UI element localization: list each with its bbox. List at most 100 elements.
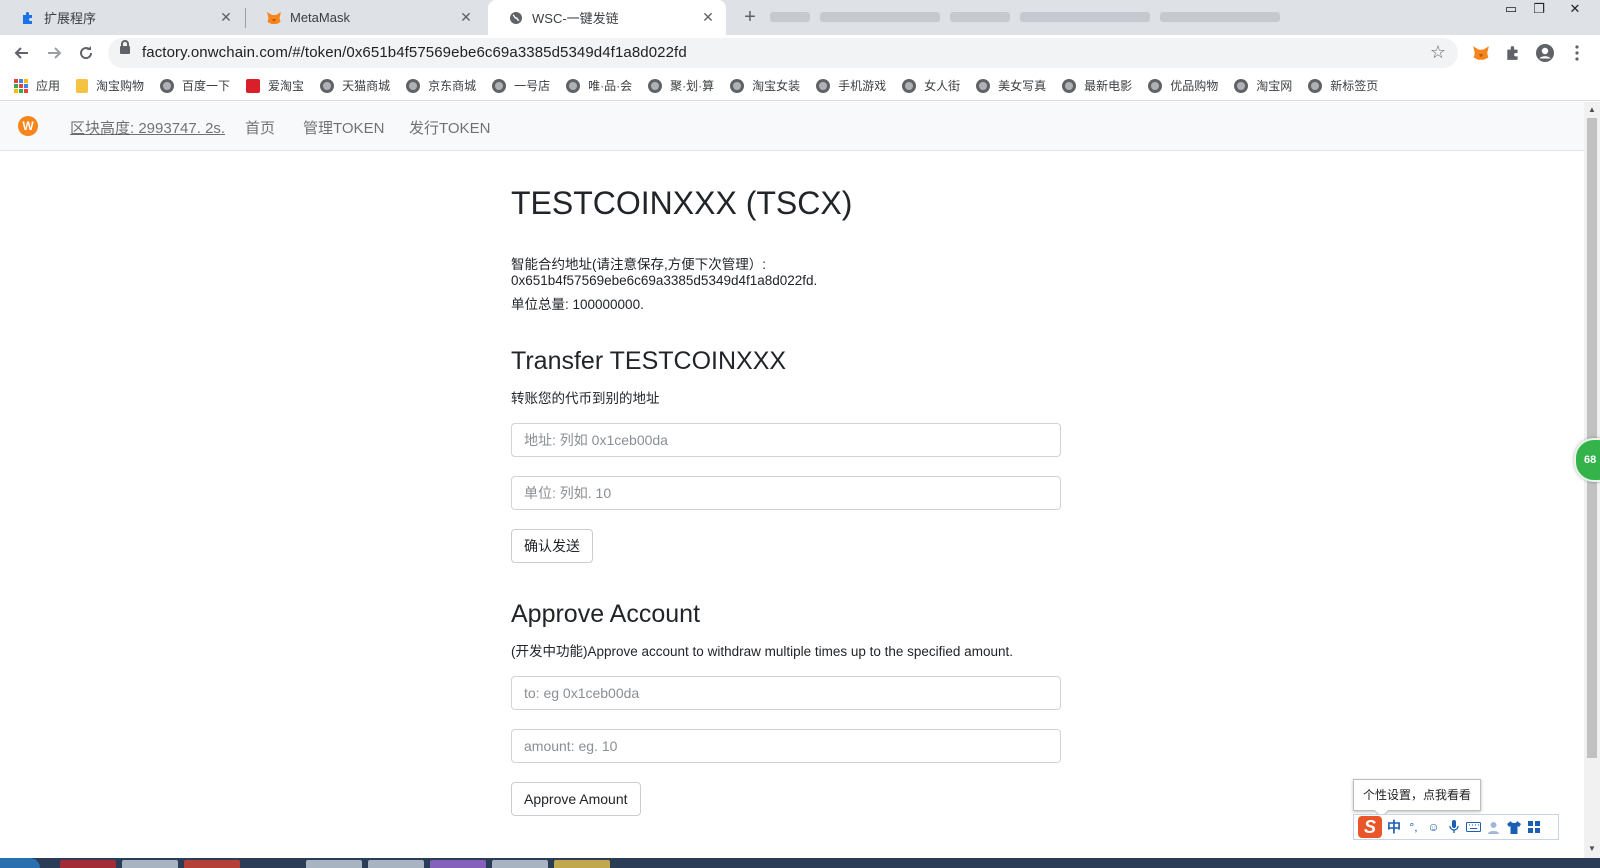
confirm-send-button[interactable]: 确认发送	[511, 529, 593, 563]
taskbar-app[interactable]	[554, 860, 610, 868]
bookmark-item[interactable]: 天猫商城	[320, 77, 390, 94]
nav-issue-token[interactable]: 发行TOKEN	[409, 117, 490, 138]
ime-settings-tooltip[interactable]: 个性设置，点我看看	[1353, 779, 1482, 811]
forward-icon[interactable]	[40, 39, 68, 67]
close-icon[interactable]: ✕	[458, 9, 474, 25]
bookmark-item[interactable]: 最新电影	[1062, 77, 1132, 94]
page-viewport: W 区块高度: 2993747. 2s. 首页 管理TOKEN 发行TOKEN …	[0, 102, 1584, 858]
tab-extensions[interactable]: 扩展程序 ✕	[0, 0, 244, 35]
bookmark-label: 唯·品·会	[588, 79, 633, 93]
skin-shirt-icon[interactable]	[1506, 820, 1521, 835]
nav-home[interactable]: 首页	[245, 117, 275, 138]
bookmark-label: 最新电影	[1084, 79, 1133, 93]
tab-label: 扩展程序	[44, 11, 97, 26]
tab-label: MetaMask	[290, 10, 350, 25]
globe-icon	[492, 78, 507, 93]
globe-icon	[508, 10, 524, 26]
taskbar-app[interactable]	[60, 860, 116, 868]
minimize-icon[interactable]: ▭	[1496, 0, 1526, 20]
bookmark-label: 应用	[36, 79, 61, 93]
puzzle-icon	[20, 10, 36, 26]
menu-dots-icon[interactable]	[1564, 40, 1590, 66]
address-bar[interactable]: factory.onwchain.com/#/token/0x651b4f575…	[108, 38, 1458, 68]
bookmark-label: 天猫商城	[342, 79, 391, 93]
bookmark-item[interactable]: 一号店	[492, 77, 550, 94]
bookmark-apps[interactable]: 应用	[14, 77, 60, 94]
punctuation-icon[interactable]: °,	[1406, 820, 1421, 835]
profile-icon[interactable]	[1532, 40, 1558, 66]
bookmark-item[interactable]: 百度一下	[160, 77, 230, 94]
ime-chinese-mode[interactable]: 中	[1387, 817, 1401, 837]
back-icon[interactable]	[8, 39, 36, 67]
bookmark-item[interactable]: 京东商城	[406, 77, 476, 94]
nav-manage-token[interactable]: 管理TOKEN	[303, 117, 384, 138]
taskbar-app[interactable]	[368, 860, 424, 868]
bookmark-item[interactable]: 美女写真	[976, 77, 1046, 94]
approve-subtitle: (开发中功能)Approve account to withdraw multi…	[511, 644, 1013, 659]
user-center-icon[interactable]	[1486, 820, 1501, 835]
taskbar-app[interactable]	[306, 860, 362, 868]
taskbar-app[interactable]	[122, 860, 178, 868]
bookmark-item[interactable]: 爱淘宝	[246, 77, 304, 94]
metamask-extension-icon[interactable]	[1468, 40, 1494, 66]
bookmark-item[interactable]: 女人街	[902, 77, 960, 94]
bookmark-item[interactable]: 新标签页	[1308, 77, 1378, 94]
bookmark-label: 百度一下	[182, 79, 231, 93]
close-window-icon[interactable]: ✕	[1560, 0, 1590, 20]
globe-icon	[160, 78, 175, 93]
scroll-down-icon[interactable]: ▼	[1587, 844, 1597, 854]
url-text: factory.onwchain.com/#/token/0x651b4f575…	[142, 44, 687, 61]
emoji-icon[interactable]: ☺	[1426, 820, 1441, 835]
bookmark-label: 一号店	[514, 79, 551, 93]
keyboard-icon[interactable]	[1466, 820, 1481, 835]
tab-label: WSC-一键发链	[532, 11, 619, 26]
new-tab-button[interactable]: +	[738, 6, 762, 30]
close-icon[interactable]: ✕	[700, 9, 716, 25]
bookmark-item[interactable]: 淘宝女装	[730, 77, 800, 94]
transfer-address-input[interactable]	[511, 423, 1061, 457]
page-title: TESTCOINXXX (TSCX)	[511, 185, 853, 221]
transfer-amount-input[interactable]	[511, 476, 1061, 510]
close-icon[interactable]: ✕	[218, 9, 234, 25]
taskbar-app[interactable]	[184, 860, 240, 868]
bookmark-item[interactable]: 淘宝网	[1234, 77, 1292, 94]
globe-icon	[1062, 78, 1077, 93]
sogou-ime-logo-icon[interactable]: S	[1358, 816, 1382, 838]
folder-icon	[76, 78, 89, 93]
reload-icon[interactable]	[72, 39, 100, 67]
globe-icon	[976, 78, 991, 93]
taskbar-app[interactable]	[430, 860, 486, 868]
ime-toolbar: S 中 °, ☺	[1353, 814, 1559, 840]
toolbox-grid-icon[interactable]	[1526, 820, 1541, 835]
taskbar-app[interactable]	[492, 860, 548, 868]
bookmark-folder-taobao[interactable]: 淘宝购物	[76, 77, 144, 94]
approve-amount-input[interactable]	[511, 729, 1061, 763]
extensions-icon[interactable]	[1500, 40, 1526, 66]
block-height-link[interactable]: 区块高度: 2993747. 2s.	[70, 117, 225, 138]
approve-to-input[interactable]	[511, 676, 1061, 710]
background-window-tabs	[770, 8, 1430, 26]
bookmark-star-icon[interactable]: ☆	[1430, 42, 1446, 63]
bookmark-item[interactable]: 聚·划·算	[648, 77, 714, 94]
bookmark-item[interactable]: 唯·品·会	[566, 77, 632, 94]
scroll-up-icon[interactable]: ▲	[1587, 105, 1597, 115]
total-supply: 单位总量: 100000000.	[511, 297, 644, 312]
restore-icon[interactable]: ❐	[1524, 0, 1554, 20]
bookmark-label: 新标签页	[1330, 79, 1379, 93]
bookmark-item[interactable]: 手机游戏	[816, 77, 886, 94]
globe-icon	[1308, 78, 1323, 93]
tab-wsc[interactable]: WSC-一键发链 ✕	[488, 0, 726, 35]
fox-icon	[266, 10, 282, 26]
approve-amount-button[interactable]: Approve Amount	[511, 782, 641, 816]
contract-address: 0x651b4f57569ebe6c69a3385d5349d4f1a8d022…	[511, 273, 818, 288]
globe-icon	[816, 78, 831, 93]
microphone-icon[interactable]	[1446, 820, 1461, 835]
os-taskbar	[0, 858, 1600, 868]
tab-metamask[interactable]: MetaMask ✕	[246, 0, 484, 35]
start-button[interactable]	[0, 858, 40, 868]
bookmark-item[interactable]: 优品购物	[1148, 77, 1218, 94]
bookmark-label: 爱淘宝	[268, 79, 305, 93]
approve-heading: Approve Account	[511, 600, 701, 628]
globe-icon	[902, 78, 917, 93]
site-logo[interactable]: W	[18, 116, 38, 136]
